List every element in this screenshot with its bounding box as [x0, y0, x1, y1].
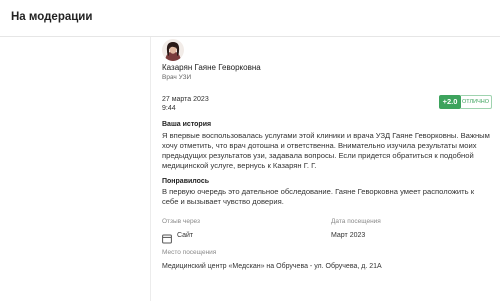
visit-date-value: Март 2023	[331, 232, 366, 239]
score-badge: +2.0	[439, 95, 461, 109]
story-heading: Ваша история	[162, 121, 212, 128]
source-value: Сайт	[177, 232, 194, 239]
liked-text: В первую очередь это дательное обследова…	[162, 187, 475, 206]
doctor-avatar[interactable]	[162, 39, 184, 61]
source-label: Отзыв через	[162, 218, 201, 225]
place-label: Место посещения	[162, 249, 217, 256]
review-time: 9:44	[162, 105, 176, 112]
page-header: На модерации	[0, 0, 500, 37]
place-value: Медицинский центр «Медскан» на Обручева …	[162, 263, 382, 270]
visit-date-label: Дата посещения	[331, 218, 381, 225]
score-label: ОТЛИЧНО	[460, 95, 492, 109]
liked-heading: Понравилось	[162, 178, 210, 185]
browser-window-icon	[162, 231, 172, 244]
page-title: На модерации	[11, 11, 93, 23]
review-date: 27 марта 2023	[162, 96, 209, 103]
story-text: Я впервые воспользовалась услугами этой …	[162, 131, 490, 170]
doctor-name[interactable]: Казарян Гаяне Геворковна	[162, 63, 261, 72]
doctor-role: Врач УЗИ	[162, 74, 192, 81]
